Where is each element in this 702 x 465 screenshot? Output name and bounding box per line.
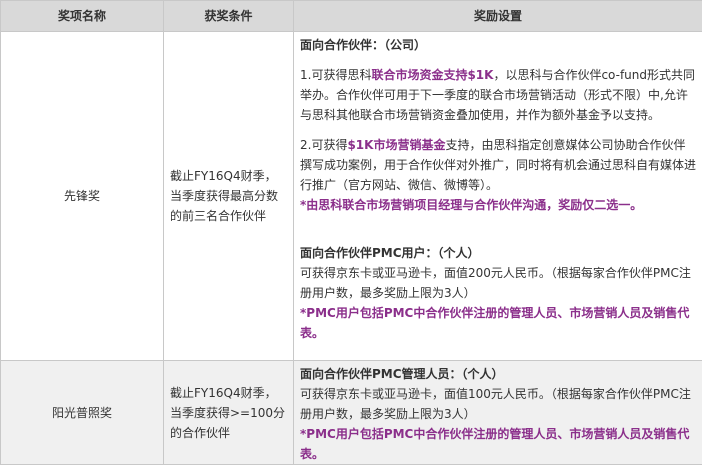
header-award-name: 奖项名称	[1, 1, 164, 32]
reward-item-2: 2.可获得$1K市场营销基金支持，由思科指定创意媒体公司协助合作伙伴撰写成功案例…	[300, 135, 696, 195]
award-reward: 面向合作伙伴：（公司） 1.可获得思科联合市场资金支持$1K，以思科与合作伙伴c…	[294, 32, 702, 361]
company-section-title: 面向合作伙伴：（公司）	[300, 35, 696, 55]
pmc-reward-text: 可获得京东卡或亚马逊卡，面值200元人民币。（根据每家合作伙伴PMC注册用户数，…	[300, 263, 696, 303]
pmc-note: *PMC用户包括PMC中合作伙伴注册的管理人员、市场营销人员及销售代表。	[300, 303, 696, 343]
award-condition: 截止FY16Q4财季，当季度获得最高分数的前三名合作伙伴	[164, 32, 294, 361]
pmc-admin-note: *PMC用户包括PMC中合作伙伴注册的管理人员、市场营销人员及销售代表。	[300, 424, 696, 464]
table-row: 先锋奖 截止FY16Q4财季，当季度获得最高分数的前三名合作伙伴 面向合作伙伴：…	[1, 32, 702, 361]
award-condition: 截止FY16Q4财季，当季度获得>=100分的合作伙伴	[164, 361, 294, 465]
awards-table: 奖项名称 获奖条件 奖励设置 先锋奖 截止FY16Q4财季，当季度获得最高分数的…	[0, 0, 702, 465]
header-row: 奖项名称 获奖条件 奖励设置	[1, 1, 702, 32]
award-name: 阳光普照奖	[1, 361, 164, 465]
award-name: 先锋奖	[1, 32, 164, 361]
header-reward: 奖励设置	[294, 1, 702, 32]
pmc-admin-section-title: 面向合作伙伴PMC管理人员：（个人）	[300, 364, 696, 384]
highlight-fund: 联合市场资金支持$1K	[371, 68, 493, 82]
pmc-section-title: 面向合作伙伴PMC用户：（个人）	[300, 243, 696, 263]
header-condition: 获奖条件	[164, 1, 294, 32]
reward-item-1: 1.可获得思科联合市场资金支持$1K，以思科与合作伙伴co-fund形式共同举办…	[300, 65, 696, 125]
note-choose-one: *由思科联合市场营销项目经理与合作伙伴沟通，奖励仅二选一。	[300, 195, 696, 215]
table-row: 阳光普照奖 截止FY16Q4财季，当季度获得>=100分的合作伙伴 面向合作伙伴…	[1, 361, 702, 465]
pmc-admin-reward-text: 可获得京东卡或亚马逊卡，面值100元人民币。（根据每家合作伙伴PMC注册用户数，…	[300, 384, 696, 424]
award-reward: 面向合作伙伴PMC管理人员：（个人） 可获得京东卡或亚马逊卡，面值100元人民币…	[294, 361, 702, 465]
highlight-marketing-fund: $1K市场营销基金	[347, 138, 445, 152]
